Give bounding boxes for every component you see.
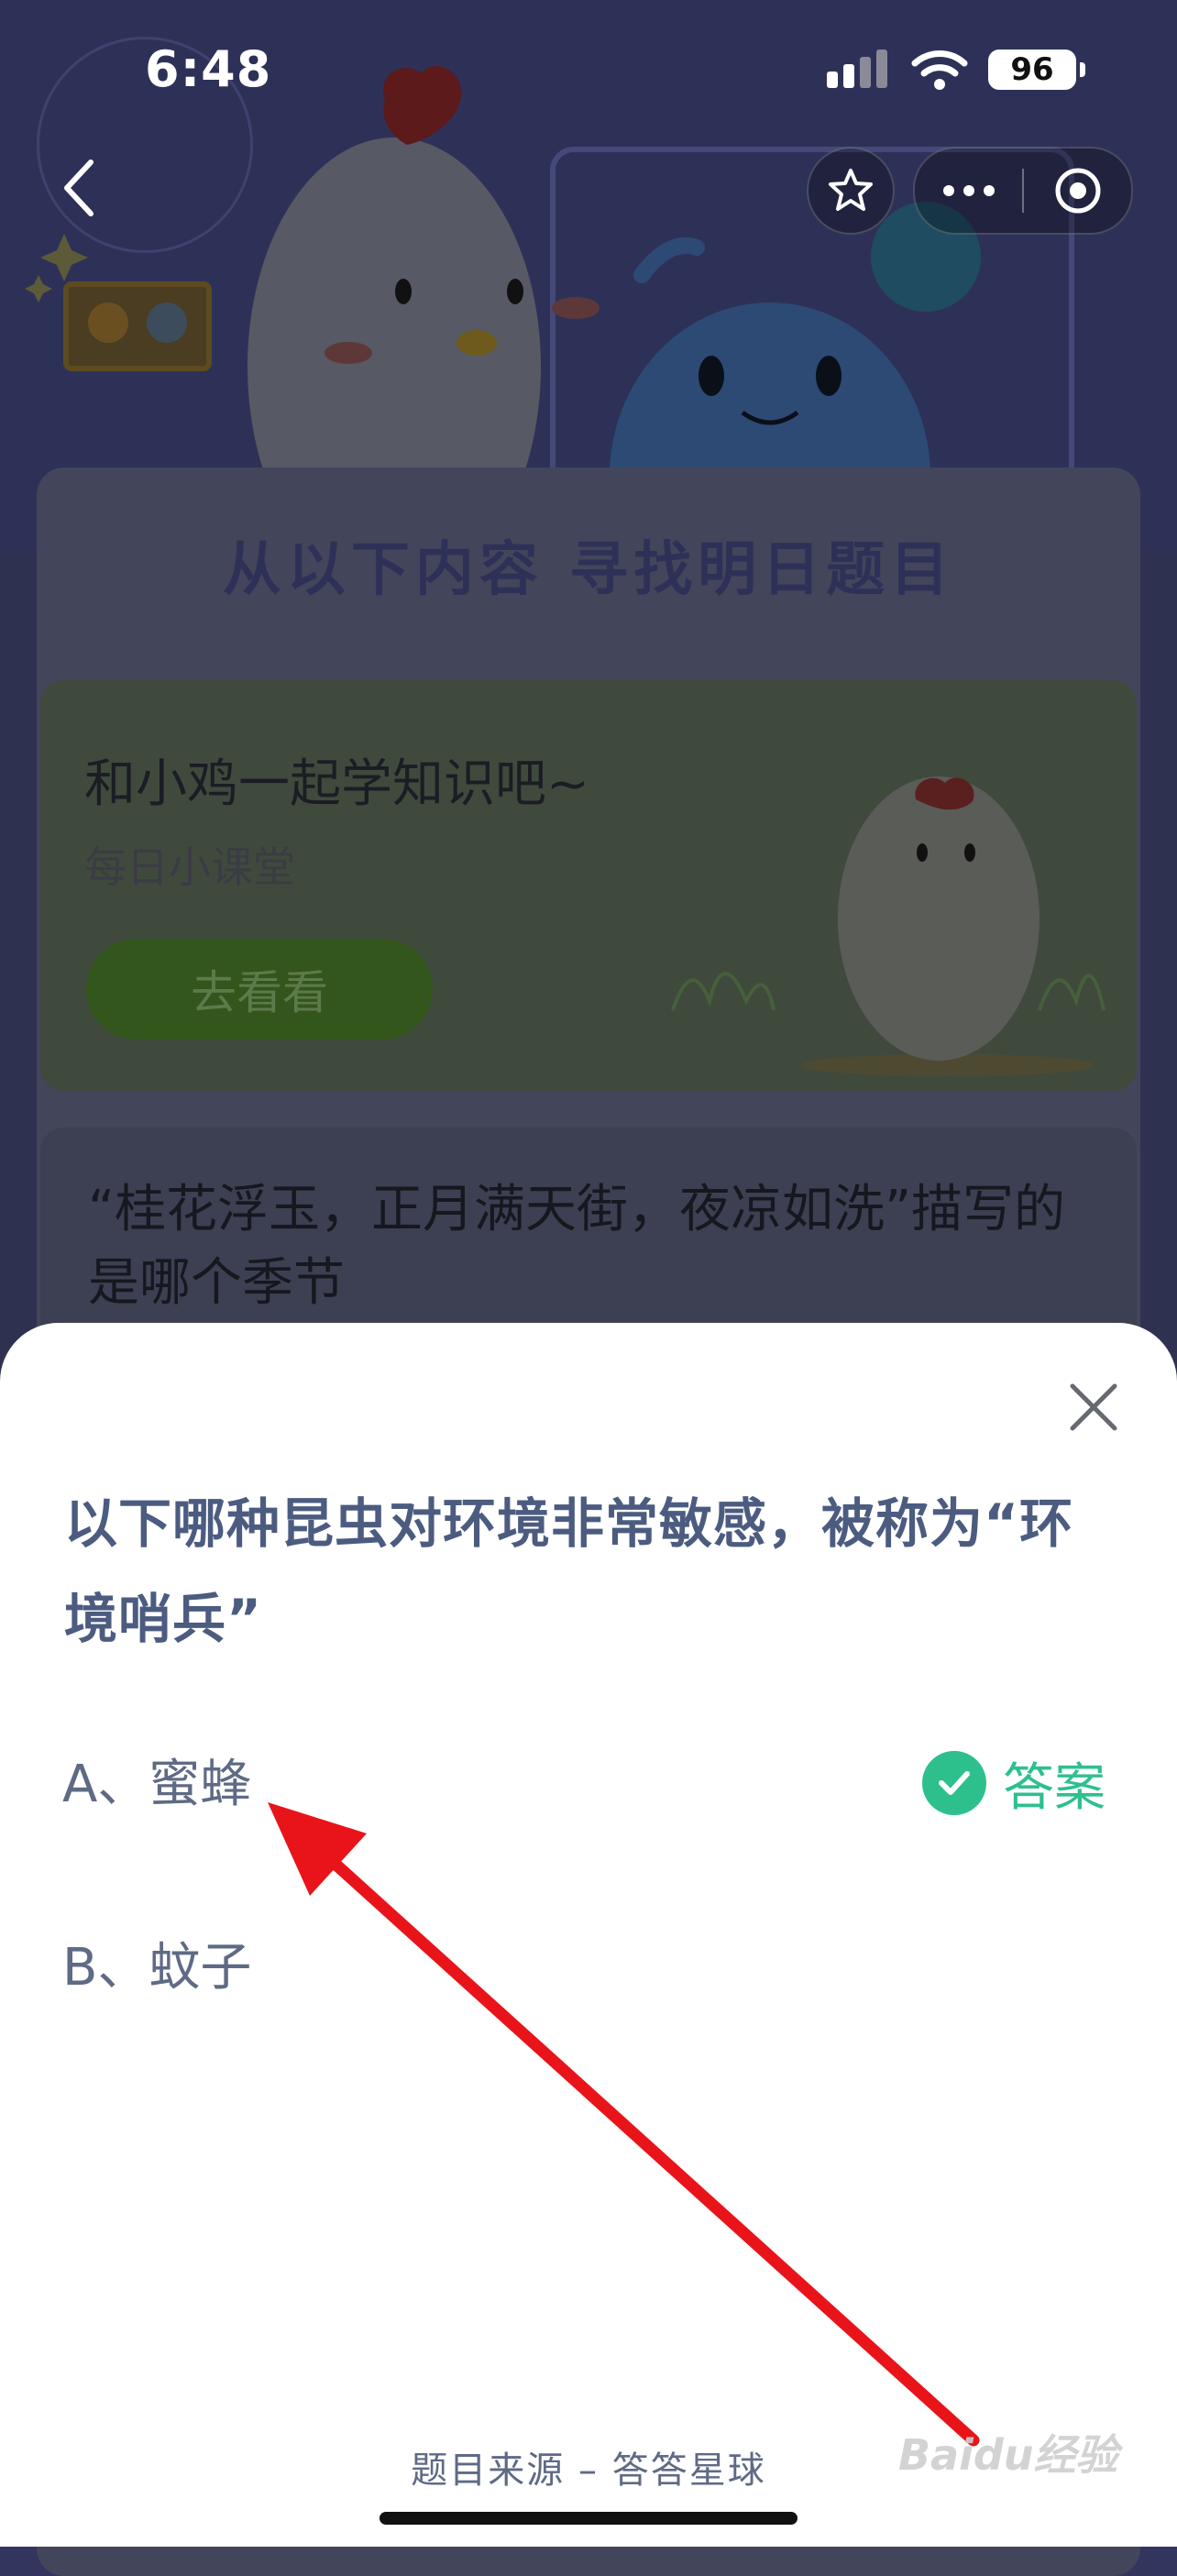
status-icons: 96 [827, 44, 1085, 95]
star-plus-icon [829, 169, 873, 211]
close-sheet-button[interactable] [1062, 1375, 1126, 1439]
status-time: 6:48 [145, 40, 272, 98]
more-dots-icon [942, 185, 995, 196]
miniapp-capsule [913, 147, 1133, 235]
option-b[interactable]: B、蚊子 [62, 1921, 251, 2004]
close-icon [1070, 1383, 1117, 1431]
chevron-left-icon [64, 160, 94, 216]
answer-badge: 答案 [922, 1742, 1106, 1824]
lesson-title: 和小鸡一起学知识吧~ [84, 754, 589, 814]
home-indicator[interactable] [380, 2512, 798, 2525]
battery-indicator: 96 [988, 50, 1085, 90]
sheet-question: 以下哪种昆虫对环境非常敏感，被称为“环境哨兵” [64, 1492, 1074, 1650]
check-circle-icon [922, 1751, 986, 1815]
baidu-watermark: Baidu经验 [898, 2430, 1118, 2480]
lesson-subtitle: 每日小课堂 [84, 842, 295, 892]
cellular-signal-icon [827, 50, 887, 88]
option-a[interactable]: A、蜜蜂 [62, 1738, 251, 1821]
back-button[interactable] [46, 147, 110, 229]
chicken-illustration [671, 776, 1106, 1076]
more-button[interactable] [915, 149, 1022, 233]
favorite-button[interactable] [807, 147, 895, 235]
section-title: 从以下内容 寻找明日题目 [222, 536, 955, 604]
answer-label: 答案 [1003, 1757, 1106, 1818]
background-question: “桂花浮玉，正月满天街，夜凉如洗”描写的是哪个季节 [88, 1180, 1066, 1313]
go-watch-button[interactable]: 去看看 [86, 939, 433, 1040]
wifi-icon [911, 50, 968, 90]
target-circle-icon [1055, 168, 1100, 214]
close-miniapp-button[interactable] [1024, 149, 1131, 233]
